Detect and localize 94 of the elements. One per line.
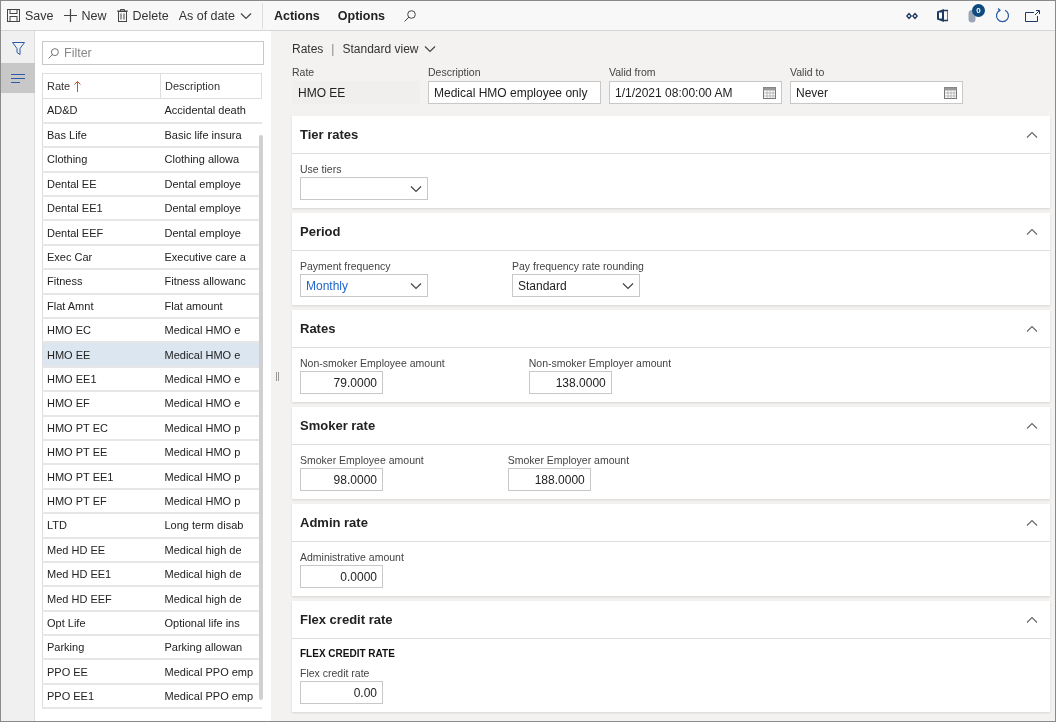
chevron-down-icon [410, 184, 422, 193]
list-icon [11, 73, 25, 83]
dropdown[interactable]: Monthly [300, 274, 428, 297]
save-button[interactable]: Save [5, 1, 62, 31]
field-label: Use tiers [300, 163, 343, 176]
table-cell[interactable]: HMO EE1 [42, 366, 161, 392]
search-icon [404, 9, 416, 22]
number-field[interactable]: 0.0000 [300, 565, 383, 588]
plus-icon [63, 9, 77, 22]
column-header[interactable]: Description [160, 73, 262, 99]
table-cell[interactable]: Flat Amnt [42, 293, 161, 318]
calendar-icon[interactable] [944, 86, 957, 99]
table-cell[interactable]: Fitness [42, 269, 161, 294]
section-title: Period [300, 224, 341, 239]
chevron-down-icon [410, 281, 422, 290]
table-cell[interactable]: HMO PT EF [42, 488, 161, 514]
menu-tab[interactable]: Actions [264, 1, 329, 31]
table-cell[interactable]: Accidental death [160, 98, 262, 123]
table-cell[interactable]: AD&D [42, 98, 161, 123]
filter-icon [11, 41, 25, 55]
column-header[interactable]: Rate [42, 73, 161, 99]
calendar-icon[interactable] [763, 86, 776, 99]
field-label: Flex credit rate [300, 667, 371, 680]
table-cell[interactable]: Dental EEF [42, 220, 161, 245]
table-cell[interactable]: Dental EE1 [42, 196, 161, 221]
chevron-down-icon [239, 11, 252, 20]
open-in-window-icon[interactable] [1024, 9, 1040, 22]
separator: | [331, 42, 335, 56]
field-label: Pay frequency rate rounding [512, 260, 644, 273]
nav-tab[interactable] [1, 63, 35, 93]
section-title: Flex credit rate [300, 612, 393, 627]
menu-tab[interactable]: Options [328, 1, 394, 31]
field-label: Description [428, 66, 482, 79]
number-field[interactable]: 138.0000 [528, 371, 612, 394]
table-cell[interactable]: HMO PT EE [42, 439, 161, 465]
chevron-down-icon [622, 281, 634, 290]
field-label: Valid to [790, 66, 826, 79]
table-cell[interactable]: Parking [42, 635, 161, 660]
collapse-icon[interactable] [1026, 421, 1038, 430]
table-cell[interactable]: HMO PT EC [42, 415, 161, 440]
section-title: Admin rate [300, 515, 368, 530]
table-cell[interactable]: HMO PT EE1 [42, 464, 161, 489]
date-field[interactable]: 1/1/2021 08:00:00 AM [609, 81, 782, 104]
field-label: Administrative amount [300, 551, 404, 564]
number-field[interactable]: 0.00 [300, 681, 383, 704]
table-cell[interactable]: HMO EF [42, 391, 161, 416]
diamond-links-icon[interactable] [906, 11, 918, 20]
table-cell[interactable]: Exec Car [42, 244, 161, 270]
number-field[interactable]: 98.0000 [300, 468, 383, 491]
collapse-icon[interactable] [1026, 130, 1038, 139]
collapse-icon[interactable] [1026, 518, 1038, 527]
collapse-icon[interactable] [1026, 324, 1038, 333]
field-label: Smoker Employee amount [300, 454, 424, 467]
new-button[interactable]: New [61, 1, 115, 31]
date-dropdown[interactable]: As of date [176, 1, 260, 31]
save-icon [7, 9, 20, 22]
dropdown[interactable]: Standard [512, 274, 640, 297]
chevron-down-icon [423, 45, 436, 53]
table-cell[interactable]: LTD [42, 513, 161, 538]
page-title: Rates [292, 42, 324, 56]
table-cell[interactable]: Med HD EE [42, 537, 161, 562]
number-field[interactable]: 79.0000 [300, 371, 383, 394]
field-label: Non-smoker Employee amount [300, 357, 445, 370]
filter-field[interactable]: Filter [42, 41, 264, 65]
section-title: Rates [300, 321, 336, 336]
view-selector[interactable]: Standard view [342, 42, 436, 56]
table-cell[interactable]: Opt Life [42, 610, 161, 636]
section-title: Tier rates [300, 127, 359, 142]
search-icon [48, 48, 59, 59]
table-cell[interactable]: Bas Life [42, 122, 161, 148]
collapse-icon[interactable] [1026, 227, 1038, 236]
section-title: Smoker rate [300, 418, 376, 433]
table-cell[interactable]: PPO EE1 [42, 683, 161, 709]
office-icon[interactable] [936, 9, 948, 22]
table-cell[interactable]: PPO EE [42, 659, 161, 684]
trash-icon [116, 9, 128, 22]
date-field[interactable]: Never [790, 81, 963, 104]
count-badge: 0 [972, 3, 985, 17]
field-label: Smoker Employer amount [507, 454, 630, 467]
field-label: Non-smoker Employer amount [528, 357, 672, 370]
refresh-icon[interactable] [994, 8, 1010, 23]
number-field[interactable]: 188.0000 [507, 468, 591, 491]
table-cell[interactable]: Med HD EE1 [42, 561, 161, 587]
table-cell[interactable]: HMO EE [42, 342, 161, 367]
table-cell[interactable]: Dental EE [42, 171, 161, 197]
subsection-heading: FLEX CREDIT RATE [300, 648, 396, 659]
collapse-icon[interactable] [1026, 615, 1038, 624]
table-cell[interactable]: Clothing [42, 147, 161, 172]
field-label: Rate [292, 66, 316, 79]
description-field[interactable]: Medical HMO employee only [428, 81, 601, 104]
field-label: Payment frequency [300, 260, 392, 273]
field-label: Valid from [609, 66, 657, 79]
table-cell[interactable]: Med HD EEF [42, 586, 161, 611]
delete-button[interactable]: Delete [114, 1, 177, 31]
